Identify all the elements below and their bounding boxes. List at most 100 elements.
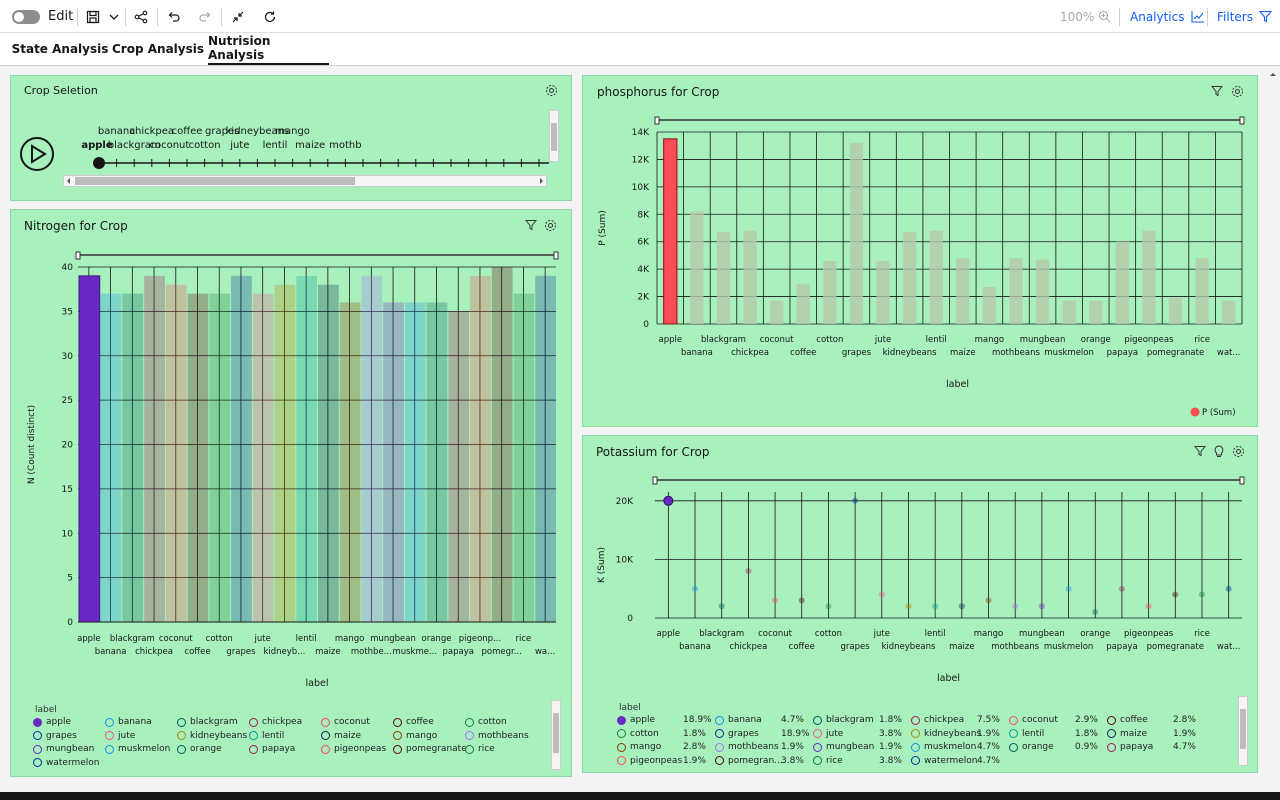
- legend-item[interactable]: mothbeans: [465, 731, 529, 741]
- legend-item[interactable]: watermelon: [911, 756, 978, 766]
- analytics-button[interactable]: Analytics: [1130, 0, 1205, 33]
- legend-item[interactable]: grapes: [33, 731, 77, 741]
- legend-item[interactable]: coconut: [321, 717, 370, 727]
- legend-item[interactable]: muskmelon: [911, 742, 976, 752]
- legend-item[interactable]: rice: [813, 756, 843, 766]
- legend-item[interactable]: orange: [177, 744, 222, 754]
- filter-icon[interactable]: [1210, 85, 1224, 99]
- x-tick-label: papaya: [1106, 642, 1137, 652]
- undo-button[interactable]: [167, 0, 181, 33]
- slider-label: maize: [295, 140, 325, 151]
- y-tick-label: 4K: [637, 265, 650, 275]
- legend-item[interactable]: mango: [617, 742, 661, 752]
- collapse-button[interactable]: [231, 0, 245, 33]
- settings-icon[interactable]: [543, 219, 557, 233]
- legend-item[interactable]: jute: [105, 731, 135, 741]
- legend-item[interactable]: watermelon: [33, 758, 100, 768]
- legend-label: pigeonpeas: [334, 744, 387, 754]
- bar-orange: [426, 302, 448, 622]
- timeline-hscrollbar[interactable]: [63, 175, 547, 187]
- legend-item[interactable]: mothbeans: [715, 742, 779, 752]
- legend-item[interactable]: mungbean: [813, 742, 874, 752]
- legend-item[interactable]: chickpea: [249, 717, 302, 727]
- point-pigeonpeas: [1145, 603, 1152, 610]
- phosphorus-chart: 0 2K 4K 6K 8K 10K 12K 14K apple blackgram coconut c…: [598, 116, 1245, 418]
- x-tick-label: grapes: [226, 647, 256, 657]
- legend-item[interactable]: pomegran...: [715, 756, 783, 766]
- legend-item[interactable]: pomegranate: [393, 744, 467, 754]
- redo-button[interactable]: [198, 0, 212, 33]
- legend-label: grapes: [728, 728, 759, 739]
- legend-item[interactable]: pigeonpeas: [321, 744, 386, 754]
- settings-icon[interactable]: [1230, 85, 1244, 99]
- legend-label: cotton: [630, 728, 659, 739]
- page-scrollbar[interactable]: [1266, 66, 1280, 792]
- legend-item[interactable]: orange: [1009, 742, 1054, 752]
- refresh-button[interactable]: [263, 0, 277, 33]
- x-tick-label: muskme...: [392, 647, 437, 657]
- legend-item[interactable]: apple: [617, 715, 655, 725]
- timeline-vscrollbar[interactable]: [549, 110, 559, 162]
- save-dropdown-button[interactable]: [108, 0, 120, 33]
- settings-icon[interactable]: [544, 84, 558, 98]
- legend-item[interactable]: jute: [813, 729, 843, 739]
- legend-item[interactable]: banana: [105, 717, 152, 727]
- legend-item[interactable]: papaya: [249, 744, 295, 754]
- x-tick-label: orange: [422, 634, 452, 644]
- legend-item[interactable]: cotton: [465, 717, 507, 727]
- bottom-edge: [0, 792, 1280, 800]
- legend-item[interactable]: kidneybeans: [177, 731, 247, 741]
- tab-nutrision-analysis[interactable]: Nutrision Analysis: [208, 33, 329, 65]
- legend-scrollbar[interactable]: [1238, 696, 1248, 766]
- legend-item[interactable]: blackgram: [813, 715, 874, 725]
- legend-label: chickpea: [262, 717, 303, 727]
- legend-item[interactable]: mango: [393, 731, 437, 741]
- legend-percent: 1.9%: [879, 742, 902, 752]
- legend-item[interactable]: coffee: [1107, 715, 1148, 725]
- lightbulb-icon[interactable]: [1212, 445, 1226, 459]
- legend-item[interactable]: banana: [715, 715, 762, 725]
- x-tick-label: papaya: [1107, 348, 1138, 358]
- legend-label: apple: [46, 717, 71, 727]
- slider-label: chickpea: [130, 126, 175, 137]
- potassium-panel: Potassium for Crop 0 10K 20K apple blackgram…: [582, 435, 1258, 773]
- legend-item[interactable]: pigeonpeas: [617, 756, 682, 766]
- legend-item[interactable]: maize: [321, 731, 361, 741]
- filter-icon[interactable]: [524, 219, 538, 233]
- bar-watermelon: [535, 275, 556, 622]
- legend-scrollbar[interactable]: [551, 700, 561, 770]
- legend-item[interactable]: lentil: [1009, 729, 1044, 739]
- legend-item[interactable]: rice: [465, 744, 495, 754]
- range-handle-right: [1239, 116, 1245, 125]
- legend-item[interactable]: kidneybeans: [911, 729, 981, 739]
- legend-swatch: [249, 731, 258, 740]
- save-button[interactable]: [86, 0, 100, 33]
- filters-button[interactable]: Filters: [1217, 0, 1272, 33]
- filter-icon[interactable]: [1193, 445, 1207, 459]
- legend-item[interactable]: maize: [1107, 729, 1147, 739]
- y-tick-label: 0: [627, 614, 633, 624]
- legend-item[interactable]: blackgram: [177, 717, 238, 727]
- legend-label: watermelon: [46, 757, 100, 768]
- zoom-level[interactable]: 100%: [1060, 0, 1111, 33]
- share-button[interactable]: [134, 0, 148, 33]
- legend-item[interactable]: coconut: [1009, 715, 1058, 725]
- scroll-thumb[interactable]: [75, 177, 355, 185]
- settings-icon[interactable]: [1231, 445, 1245, 459]
- legend-item[interactable]: chickpea: [911, 715, 964, 725]
- edit-toggle[interactable]: Edit: [12, 0, 73, 33]
- legend-item[interactable]: cotton: [617, 729, 659, 739]
- tab-crop-analysis[interactable]: Crop Analysis: [108, 33, 208, 65]
- legend-item[interactable]: papaya: [1107, 742, 1153, 752]
- legend-item[interactable]: coffee: [393, 717, 434, 727]
- legend-item[interactable]: lentil: [249, 731, 284, 741]
- play-button[interactable]: [19, 136, 55, 172]
- crop-timeline-slider[interactable]: appleblackgramcoconut cotton jute lentil mai…: [59, 118, 549, 176]
- legend-item[interactable]: apple: [33, 717, 71, 727]
- legend-item[interactable]: grapes: [715, 729, 759, 739]
- bar-coffee: [187, 293, 209, 622]
- legend-swatch: [177, 731, 186, 740]
- tab-state-analysis[interactable]: State Analysis: [6, 33, 114, 65]
- legend-item[interactable]: muskmelon: [105, 744, 170, 754]
- legend-item[interactable]: mungbean: [33, 744, 94, 754]
